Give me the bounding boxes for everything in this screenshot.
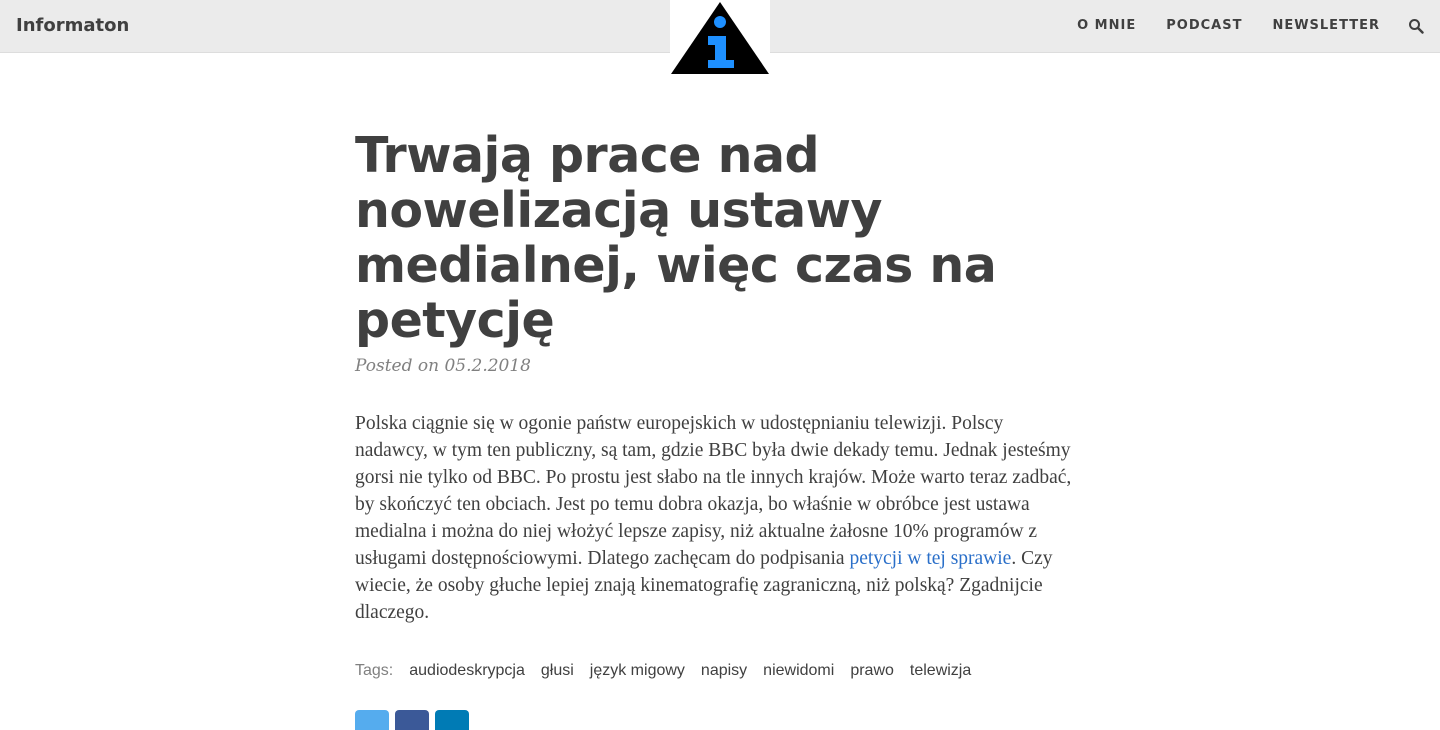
post-meta: Posted on 05.2.2018	[355, 356, 531, 376]
twitter-share-button[interactable]	[355, 710, 389, 730]
search-icon	[1409, 19, 1424, 34]
tags-label: Tags:	[355, 662, 394, 679]
main-nav: O MNIE PODCAST NEWSLETTER	[1077, 18, 1380, 33]
site-logo[interactable]	[670, 0, 770, 76]
tag-link[interactable]: język migowy	[590, 662, 685, 680]
tag-link[interactable]: niewidomi	[763, 662, 834, 680]
tag-link[interactable]: audiodeskrypcja	[409, 662, 525, 680]
nav-link-newsletter[interactable]: NEWSLETTER	[1272, 18, 1380, 33]
tag-link[interactable]: prawo	[850, 662, 894, 680]
tags-list: Tags: audiodeskrypcja głusi język migowy…	[355, 662, 1085, 680]
post-body: Polska ciągnie się w ogonie państw europ…	[355, 410, 1077, 626]
search-button[interactable]	[1408, 18, 1424, 34]
post-text-before-link: Polska ciągnie się w ogonie państw europ…	[355, 413, 1072, 569]
blog-post: Trwają prace nad nowelizacją ustawy medi…	[355, 128, 1085, 730]
tag-link[interactable]: głusi	[541, 662, 574, 680]
facebook-share-button[interactable]	[395, 710, 429, 730]
linkedin-share-button[interactable]	[435, 710, 469, 730]
tag-link[interactable]: telewizja	[910, 662, 971, 680]
info-icon	[671, 2, 769, 74]
nav-link-o-mnie[interactable]: O MNIE	[1077, 18, 1136, 33]
brand-link[interactable]: Informaton	[16, 15, 129, 36]
tag-link[interactable]: napisy	[701, 662, 747, 680]
nav-link-podcast[interactable]: PODCAST	[1166, 18, 1242, 33]
top-navbar: Informaton O MNIE PODCAST NEWSLETTER	[0, 0, 1440, 76]
post-title: Trwają prace nad nowelizacją ustawy medi…	[355, 127, 997, 349]
share-buttons	[355, 710, 1085, 730]
petition-link[interactable]: petycji w tej sprawie	[849, 548, 1011, 569]
